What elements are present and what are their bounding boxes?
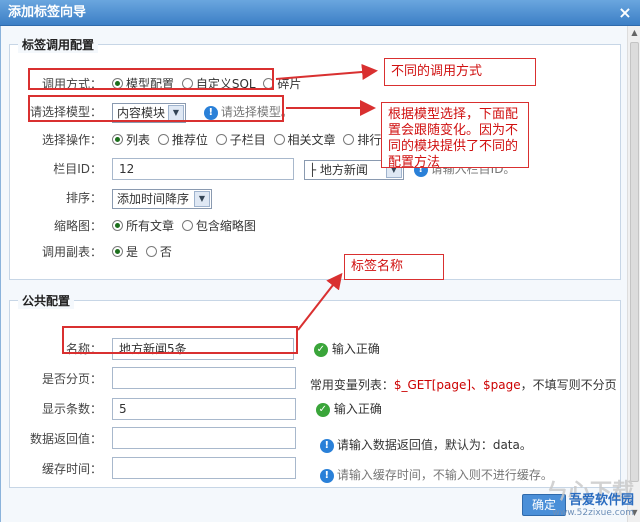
- scroll-thumb[interactable]: [630, 42, 639, 482]
- radio-icon[interactable]: [215, 134, 227, 145]
- radio-icon[interactable]: [343, 134, 355, 145]
- check-icon: ✓: [313, 342, 328, 357]
- cache-label: 缓存时间：: [41, 462, 102, 476]
- radio-icon[interactable]: [157, 134, 169, 145]
- return-value-input[interactable]: [112, 427, 296, 449]
- count-input[interactable]: 5: [112, 398, 296, 420]
- radio-no[interactable]: 否: [145, 241, 172, 263]
- radio-icon[interactable]: [181, 220, 193, 231]
- paging-input[interactable]: [112, 367, 296, 389]
- paging-label: 是否分页：: [41, 372, 102, 386]
- radio-subcolumn[interactable]: 子栏目: [215, 129, 266, 151]
- radio-icon[interactable]: [112, 246, 123, 257]
- sort-label: 排序：: [65, 191, 102, 205]
- radio-yes[interactable]: 是: [112, 241, 138, 263]
- paging-row: 是否分页： 常用变量列表：$_GET[page]、$page，不填写则不分页: [10, 367, 620, 392]
- radio-icon[interactable]: [112, 134, 123, 145]
- annotation-note-name: 标签名称: [344, 254, 444, 280]
- radio-icon[interactable]: [112, 220, 123, 231]
- thumb-row: 缩略图： 所有文章 包含缩略图: [10, 215, 620, 237]
- count-label: 显示条数：: [41, 402, 102, 416]
- sort-select[interactable]: 添加时间降序 ▼: [112, 188, 212, 209]
- annotation-box-model: [28, 95, 284, 122]
- operation-label: 选择操作：: [41, 133, 102, 147]
- annotation-box-name: [62, 326, 298, 354]
- sub-table-label: 调用副表：: [41, 245, 102, 259]
- radio-all-articles[interactable]: 所有文章: [112, 215, 174, 237]
- paging-hint-prefix: 常用变量列表：: [309, 378, 394, 392]
- watermark-site: 吾爱软件园: [568, 493, 634, 508]
- return-value-row: 数据返回值： ! 请输入数据返回值，默认为：data。: [10, 427, 620, 453]
- count-row: 显示条数： 5 ✓ 输入正确: [10, 397, 620, 421]
- name-status: 输入正确: [331, 342, 380, 356]
- paging-hint-suffix: ，不填写则不分页: [520, 378, 617, 392]
- return-value-hint: 请输入数据返回值，默认为：data。: [336, 438, 532, 452]
- watermark: ㄣ心下载 吾爱软件园 www.52zixue.com: [516, 474, 634, 518]
- watermark-url: www.52zixue.com: [552, 508, 634, 518]
- section-legend: 标签调用配置: [18, 36, 99, 53]
- vertical-scrollbar[interactable]: ▲ ▼: [627, 26, 640, 522]
- thumb-label: 缩略图：: [53, 219, 102, 233]
- paging-hint-vars: $_GET[page]、$page: [393, 378, 521, 392]
- sort-row: 排序： 添加时间降序 ▼: [10, 187, 620, 209]
- count-status: 输入正确: [333, 402, 382, 416]
- radio-icon[interactable]: [273, 134, 285, 145]
- close-icon[interactable]: ×: [616, 4, 634, 22]
- radio-related[interactable]: 相关文章: [273, 129, 336, 151]
- public-config-section: 公共配置 名称： 地方新闻5条 ✓ 输入正确 是否分页： 常用变量列表：$_GET…: [9, 292, 621, 488]
- annotation-note-model: 根据模型选择，下面配置会跟随变化。因为不同的模块提供了不同的配置方法: [381, 102, 529, 170]
- annotation-box-call-method: [28, 68, 274, 90]
- annotation-note-call-method: 不同的调用方式: [384, 58, 536, 86]
- check-icon: ✓: [315, 402, 330, 417]
- cache-input[interactable]: [112, 457, 296, 479]
- dialog-title: 添加标签向导: [8, 5, 87, 20]
- radio-recommend[interactable]: 推荐位: [157, 129, 208, 151]
- dialog-title-bar: 添加标签向导 ×: [0, 0, 640, 26]
- chevron-down-icon[interactable]: ▼: [194, 190, 210, 207]
- scroll-up-icon[interactable]: ▲: [629, 28, 640, 40]
- column-id-label: 栏目ID：: [53, 162, 102, 176]
- radio-icon[interactable]: [145, 246, 157, 257]
- radio-list[interactable]: 列表: [112, 129, 150, 151]
- radio-with-thumb[interactable]: 包含缩略图: [181, 215, 256, 237]
- return-value-label: 数据返回值：: [29, 432, 102, 446]
- info-icon: !: [319, 438, 334, 453]
- sub-table-row: 调用副表： 是 否: [10, 241, 620, 263]
- info-icon: !: [319, 468, 334, 483]
- column-id-input[interactable]: 12: [112, 158, 294, 180]
- section-legend: 公共配置: [18, 292, 75, 309]
